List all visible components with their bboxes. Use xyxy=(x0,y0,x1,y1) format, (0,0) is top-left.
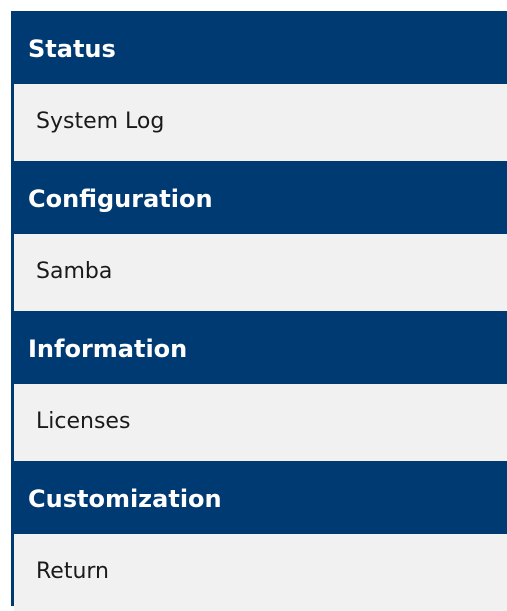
section-header-status: Status xyxy=(14,11,507,84)
sidebar-menu: Status System Log Configuration Samba In… xyxy=(11,11,507,611)
section-header-customization: Customization xyxy=(14,461,507,534)
section-header-information: Information xyxy=(14,311,507,384)
menu-item-samba[interactable]: Samba xyxy=(14,234,507,311)
section-header-configuration: Configuration xyxy=(14,161,507,234)
menu-item-licenses[interactable]: Licenses xyxy=(14,384,507,461)
menu-item-system-log[interactable]: System Log xyxy=(14,84,507,161)
menu-item-return[interactable]: Return xyxy=(14,534,507,611)
